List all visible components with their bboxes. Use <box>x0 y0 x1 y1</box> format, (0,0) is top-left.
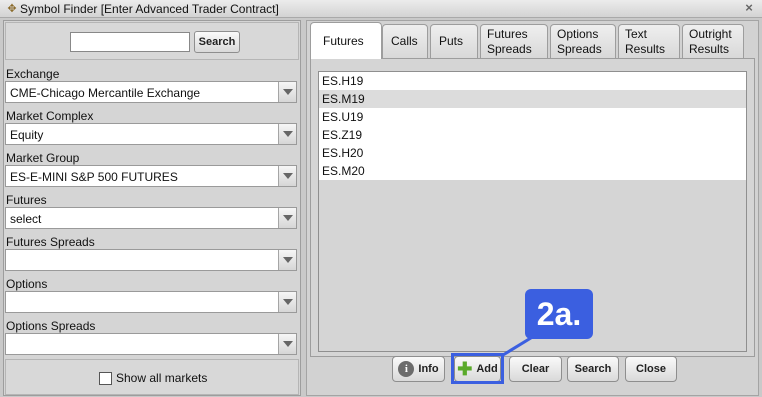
tab-puts-label: Puts <box>439 34 464 48</box>
tab-futures-spreads[interactable]: Futures Spreads <box>480 24 548 58</box>
exchange-dropdown[interactable]: CME-Chicago Mercantile Exchange <box>5 81 297 103</box>
options-label: Options <box>6 277 48 291</box>
tab-futures[interactable]: Futures <box>310 22 382 59</box>
show-all-checkbox[interactable] <box>99 372 112 385</box>
market-complex-label: Market Complex <box>6 109 94 123</box>
market-group-dropdown[interactable]: ES-E-MINI S&P 500 FUTURES <box>5 165 297 187</box>
list-item[interactable]: ES.M20 <box>319 162 746 180</box>
info-icon: i <box>398 361 415 377</box>
close-button[interactable]: Close <box>625 356 677 382</box>
chevron-down-icon[interactable] <box>278 166 296 186</box>
chevron-down-icon[interactable] <box>278 292 296 312</box>
futures-spreads-dropdown[interactable] <box>5 249 297 271</box>
tab-futures-label: Futures <box>323 33 364 48</box>
title-bar: ✥ Symbol Finder [Enter Advanced Trader C… <box>0 0 762 18</box>
show-all-row: Show all markets <box>5 359 299 395</box>
tab-options-spreads-label: Options Spreads <box>557 26 602 56</box>
window-title: Symbol Finder [Enter Advanced Trader Con… <box>20 2 279 16</box>
chevron-down-icon[interactable] <box>278 334 296 354</box>
chevron-down-icon[interactable] <box>278 250 296 270</box>
futures-dropdown[interactable]: select <box>5 207 297 229</box>
search-input[interactable] <box>70 32 190 52</box>
list-item[interactable]: ES.H19 <box>319 72 746 90</box>
tab-options-spreads[interactable]: Options Spreads <box>550 24 616 58</box>
options-dropdown[interactable] <box>5 291 297 313</box>
search-results-button[interactable]: Search <box>567 356 619 382</box>
tab-calls[interactable]: Calls <box>382 24 428 58</box>
step-callout: 2a. <box>525 289 593 339</box>
results-panel: Futures Calls Puts Futures Spreads Optio… <box>306 20 759 396</box>
tab-text-results[interactable]: Text Results <box>618 24 680 58</box>
tab-text-results-label: Text Results <box>625 26 666 56</box>
chevron-down-icon[interactable] <box>278 208 296 228</box>
list-item-selected[interactable]: ES.M19 <box>319 90 746 108</box>
add-button-highlight <box>451 353 504 384</box>
tab-calls-label: Calls <box>391 34 418 48</box>
market-group-label: Market Group <box>6 151 80 165</box>
info-button-label: Info <box>418 363 439 375</box>
show-all-label[interactable]: Show all markets <box>116 371 207 385</box>
search-results-button-label: Search <box>574 363 612 375</box>
chevron-down-icon[interactable] <box>278 82 296 102</box>
exchange-label: Exchange <box>6 67 60 81</box>
market-complex-value: Equity <box>10 128 44 142</box>
tab-puts[interactable]: Puts <box>430 24 478 58</box>
options-spreads-label: Options Spreads <box>6 319 96 333</box>
clear-button[interactable]: Clear <box>509 356 562 382</box>
market-group-value: ES-E-MINI S&P 500 FUTURES <box>10 170 178 184</box>
list-item[interactable]: ES.H20 <box>319 144 746 162</box>
clear-button-label: Clear <box>521 363 550 375</box>
list-item[interactable]: ES.Z19 <box>319 126 746 144</box>
futures-label: Futures <box>6 193 47 207</box>
chevron-down-icon[interactable] <box>278 124 296 144</box>
filter-panel: Search Exchange CME-Chicago Mercantile E… <box>3 20 301 396</box>
market-complex-dropdown[interactable]: Equity <box>5 123 297 145</box>
futures-value: select <box>10 212 42 226</box>
tab-outright-results[interactable]: Outright Results <box>682 24 744 58</box>
gear-icon: ✥ <box>7 3 17 15</box>
tab-futures-spreads-label: Futures Spreads <box>487 26 532 56</box>
futures-spreads-label: Futures Spreads <box>6 235 95 249</box>
exchange-value: CME-Chicago Mercantile Exchange <box>10 86 201 100</box>
close-button-label: Close <box>636 363 666 375</box>
options-spreads-dropdown[interactable] <box>5 333 297 355</box>
list-item[interactable]: ES.U19 <box>319 108 746 126</box>
info-button[interactable]: i Info <box>392 356 445 382</box>
tab-outright-results-label: Outright Results <box>689 26 732 56</box>
search-row: Search <box>5 22 299 60</box>
search-button-label: Search <box>198 36 236 48</box>
close-icon[interactable]: × <box>742 1 756 15</box>
search-button[interactable]: Search <box>194 31 240 53</box>
